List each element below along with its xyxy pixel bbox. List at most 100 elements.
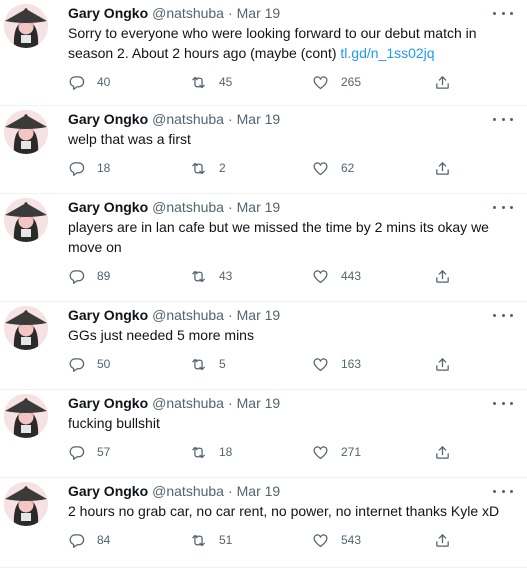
tweet-feed: Gary Ongko @natshuba · Mar 19 Sorry to e… — [0, 0, 527, 568]
avatar[interactable] — [4, 4, 48, 48]
conical-hat-avatar-icon — [4, 110, 48, 154]
conical-hat-avatar-icon — [4, 4, 48, 48]
tweet[interactable]: Gary Ongko @natshuba · Mar 19 fucking bu… — [0, 390, 527, 478]
share-button[interactable] — [434, 444, 451, 461]
more-dots-icon[interactable] — [493, 396, 513, 410]
retweet-icon — [192, 534, 205, 546]
tweet-date[interactable]: Mar 19 — [237, 482, 281, 500]
avatar[interactable] — [4, 110, 48, 154]
retweet-count: 5 — [219, 357, 226, 371]
reply-button[interactable]: 84 — [68, 532, 190, 549]
reply-bubble-icon — [69, 533, 85, 548]
share-icon — [436, 161, 449, 175]
tweet-header: Gary Ongko @natshuba · Mar 19 — [68, 394, 513, 412]
heart-icon — [313, 357, 328, 371]
share-icon — [436, 445, 449, 459]
tweet-actions: 40 45 265 — [68, 63, 513, 101]
retweet-button[interactable]: 5 — [190, 356, 312, 373]
tweet[interactable]: Gary Ongko @natshuba · Mar 19 Sorry to e… — [0, 0, 527, 106]
like-button[interactable]: 443 — [312, 268, 434, 285]
reply-button[interactable]: 50 — [68, 356, 190, 373]
tweet-header: Gary Ongko @natshuba · Mar 19 — [68, 4, 513, 22]
avatar[interactable] — [4, 198, 48, 242]
like-count: 163 — [341, 357, 362, 371]
tweet-body: welp that was a first — [68, 131, 191, 147]
reply-button[interactable]: 57 — [68, 444, 190, 461]
share-button[interactable] — [434, 268, 451, 285]
retweet-icon — [192, 270, 205, 282]
share-button[interactable] — [434, 356, 451, 373]
tweet-date[interactable]: Mar 19 — [237, 110, 281, 128]
reply-bubble-icon — [69, 269, 85, 284]
heart-icon — [313, 269, 328, 283]
tweet-actions: 84 51 543 — [68, 521, 513, 559]
separator-dot: · — [227, 199, 233, 215]
retweet-count: 18 — [219, 445, 233, 459]
retweet-button[interactable]: 43 — [190, 268, 312, 285]
avatar[interactable] — [4, 394, 48, 438]
like-button[interactable]: 271 — [312, 444, 434, 461]
reply-button[interactable]: 40 — [68, 74, 190, 91]
tweet-actions: 18 2 62 — [68, 149, 513, 187]
like-count: 543 — [341, 533, 362, 547]
tweet-body: 2 hours no grab car, no car rent, no pow… — [68, 503, 500, 519]
retweet-button[interactable]: 18 — [190, 444, 312, 461]
like-button[interactable]: 265 — [312, 74, 434, 91]
author-name[interactable]: Gary Ongko — [68, 198, 148, 216]
like-button[interactable]: 163 — [312, 356, 434, 373]
tweet-date[interactable]: Mar 19 — [237, 306, 281, 324]
reply-count: 40 — [97, 75, 111, 89]
share-button[interactable] — [434, 532, 451, 549]
retweet-button[interactable]: 51 — [190, 532, 312, 549]
author-handle[interactable]: @natshuba — [152, 110, 224, 128]
author-handle[interactable]: @natshuba — [152, 4, 224, 22]
like-button[interactable]: 543 — [312, 532, 434, 549]
tweet-link[interactable]: tl.gd/n_1ss02jq — [340, 45, 434, 61]
reply-count: 89 — [97, 269, 111, 283]
author-name[interactable]: Gary Ongko — [68, 4, 148, 22]
retweet-button[interactable]: 2 — [190, 160, 312, 177]
heart-icon — [313, 533, 328, 547]
like-count: 271 — [341, 445, 362, 459]
more-dots-icon[interactable] — [493, 112, 513, 126]
more-dots-icon[interactable] — [493, 308, 513, 322]
tweet-date[interactable]: Mar 19 — [237, 198, 281, 216]
author-handle[interactable]: @natshuba — [152, 198, 224, 216]
retweet-count: 43 — [219, 269, 233, 283]
more-dots-icon[interactable] — [493, 484, 513, 498]
tweet-date[interactable]: Mar 19 — [237, 394, 281, 412]
tweet[interactable]: Gary Ongko @natshuba · Mar 19 welp that … — [0, 106, 527, 194]
reply-button[interactable]: 89 — [68, 268, 190, 285]
retweet-button[interactable]: 45 — [190, 74, 312, 91]
author-handle[interactable]: @natshuba — [152, 306, 224, 324]
author-name[interactable]: Gary Ongko — [68, 482, 148, 500]
heart-icon — [313, 161, 328, 175]
avatar[interactable] — [4, 482, 48, 526]
share-icon — [436, 357, 449, 371]
author-name[interactable]: Gary Ongko — [68, 394, 148, 412]
retweet-count: 51 — [219, 533, 233, 547]
tweet-text: 2 hours no grab car, no car rent, no pow… — [68, 501, 513, 521]
reply-bubble-icon — [69, 445, 85, 460]
share-button[interactable] — [434, 74, 451, 91]
retweet-icon — [192, 162, 205, 174]
tweet[interactable]: Gary Ongko @natshuba · Mar 19 GGs just n… — [0, 302, 527, 390]
tweet[interactable]: Gary Ongko @natshuba · Mar 19 players ar… — [0, 194, 527, 302]
retweet-icon — [192, 76, 205, 88]
separator-dot: · — [227, 395, 233, 411]
author-name[interactable]: Gary Ongko — [68, 306, 148, 324]
tweet-text: Sorry to everyone who were looking forwa… — [68, 23, 513, 63]
avatar[interactable] — [4, 306, 48, 350]
reply-button[interactable]: 18 — [68, 160, 190, 177]
author-handle[interactable]: @natshuba — [152, 394, 224, 412]
separator-dot: · — [227, 5, 233, 21]
share-button[interactable] — [434, 160, 451, 177]
reply-count: 50 — [97, 357, 111, 371]
author-handle[interactable]: @natshuba — [152, 482, 224, 500]
tweet-date[interactable]: Mar 19 — [237, 4, 281, 22]
more-dots-icon[interactable] — [493, 200, 513, 214]
like-button[interactable]: 62 — [312, 160, 434, 177]
tweet[interactable]: Gary Ongko @natshuba · Mar 19 2 hours no… — [0, 478, 527, 568]
author-name[interactable]: Gary Ongko — [68, 110, 148, 128]
more-dots-icon[interactable] — [493, 6, 513, 20]
